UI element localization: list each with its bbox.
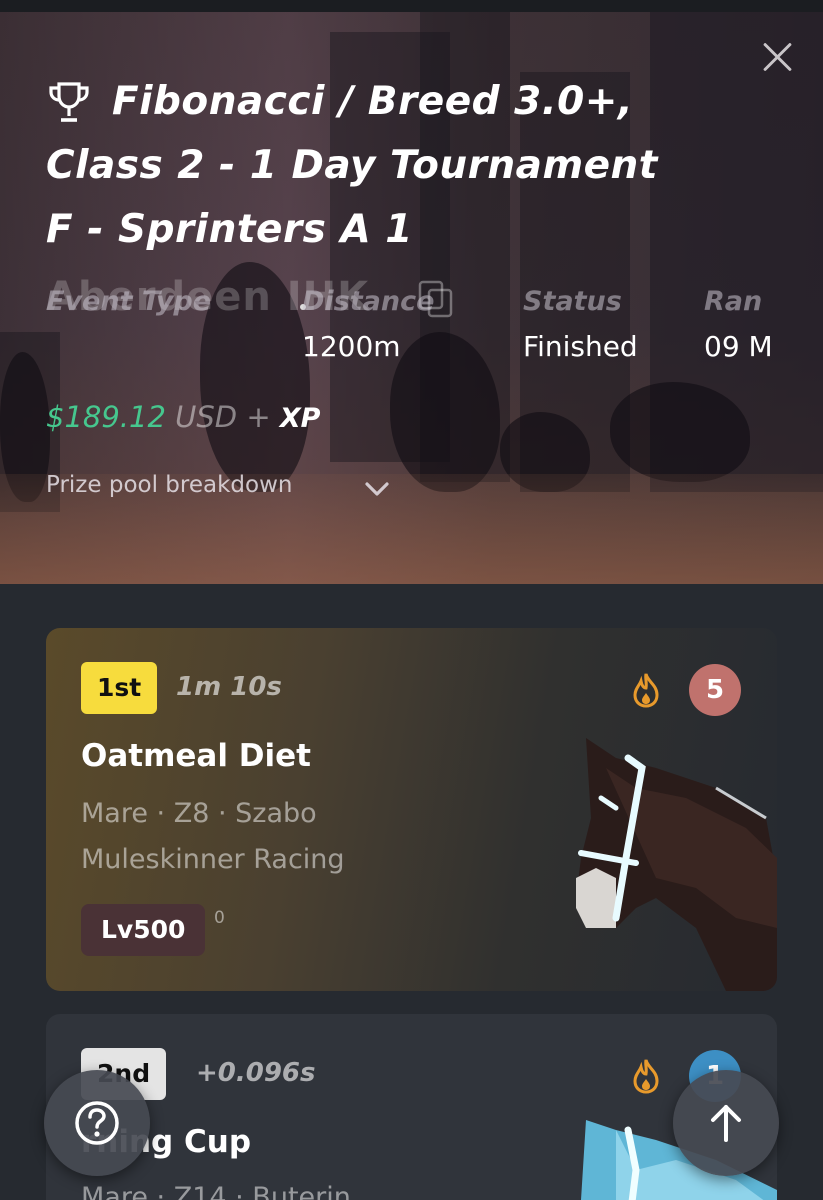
horse-details: Mare · Z14 · Buterin: [81, 1182, 351, 1200]
arrow-up-icon: [711, 1105, 741, 1142]
prize-pool: $189.12 USD + XP: [46, 400, 320, 434]
event-hero: Fibonacci / Breed 3.0+, Class 2 - 1 Day …: [0, 12, 823, 584]
horse-details: Mare · Z8 · Szabo: [81, 798, 317, 829]
level-badge: Lv500: [81, 904, 206, 956]
finish-time: 1m 10s: [176, 672, 282, 702]
title-line-2: Class 2 - 1 Day Tournament: [46, 143, 658, 188]
status-value: Finished: [523, 330, 638, 363]
result-card[interactable]: 2nd +0.096s 1 rning Cup Mare · Z14 · But…: [46, 1014, 777, 1200]
title-line-3: F - Sprinters A 1: [46, 207, 413, 252]
position-badge: 1st: [81, 662, 158, 714]
finish-time: +0.096s: [196, 1058, 316, 1088]
prize-currency: USD +: [175, 400, 271, 434]
prize-amount: $189.12: [46, 400, 166, 434]
help-button[interactable]: [44, 1070, 150, 1176]
level-tail: 0: [214, 908, 225, 928]
close-icon[interactable]: [759, 38, 795, 74]
result-card[interactable]: 1st 1m 10s 5 Oatmeal Diet Mare · Z8 · Sz…: [46, 628, 777, 991]
prize-breakdown-toggle[interactable]: Prize pool breakdown: [46, 472, 292, 498]
ran-value: 09 M: [704, 330, 773, 363]
stable-name: Muleskinner Racing: [81, 844, 345, 875]
prize-xp: XP: [279, 403, 321, 434]
event-title: Fibonacci / Breed 3.0+, Class 2 - 1 Day …: [46, 70, 746, 262]
distance-value: 1200m: [302, 330, 401, 363]
gate-number: 5: [689, 664, 741, 716]
fire-icon: [633, 1059, 659, 1094]
horse-name[interactable]: Oatmeal Diet: [81, 738, 311, 774]
status-bar: [0, 0, 823, 12]
scroll-to-top-button[interactable]: [673, 1070, 779, 1176]
ran-label: Ran: [704, 286, 763, 317]
chevron-down-icon[interactable]: [364, 476, 390, 502]
status-label: Status: [523, 286, 622, 317]
horse-image: [576, 738, 777, 991]
help-icon: [75, 1101, 119, 1145]
distance-label: Distance: [302, 286, 435, 317]
title-line-1: Fibonacci / Breed 3.0+,: [112, 79, 634, 124]
event-type-label: Event Type: [46, 286, 212, 317]
fire-icon: [633, 673, 659, 708]
